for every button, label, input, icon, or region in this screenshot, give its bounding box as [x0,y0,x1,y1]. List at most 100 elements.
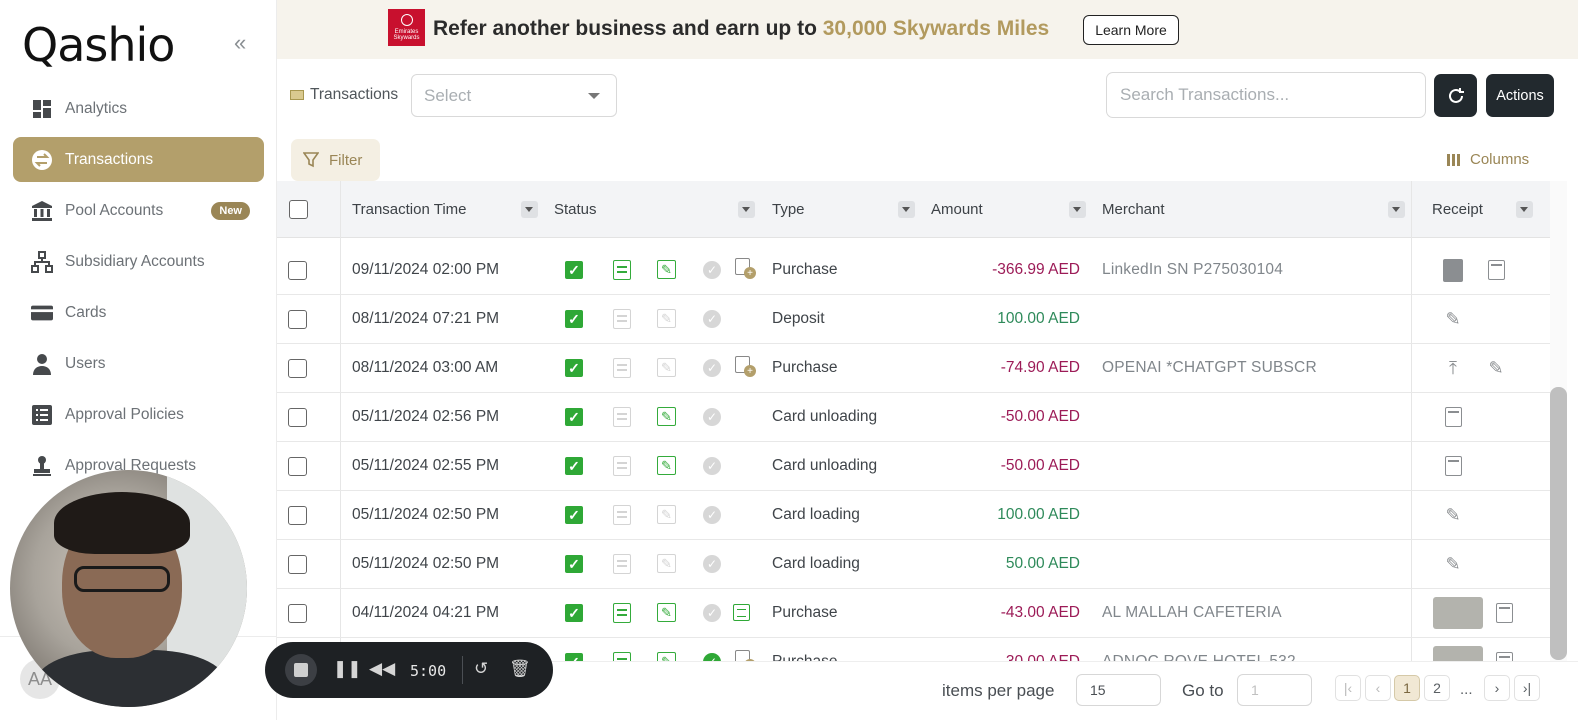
pencil-icon[interactable]: ✎ [1443,505,1463,525]
table-row[interactable]: 05/11/2024 02:50 PM ✓ ✎ ✓ Card loading 5… [277,540,1550,589]
header-amount[interactable]: Amount [931,201,983,218]
edit-note-icon[interactable]: ✎ [657,554,676,573]
itemized-receipt-icon[interactable] [733,604,750,621]
cell-type: Card unloading [772,457,878,474]
next-page-icon[interactable]: › [1484,675,1510,701]
table-row[interactable]: 05/11/2024 02:50 PM ✓ ✎ ✓ Card loading 1… [277,491,1550,540]
row-checkbox[interactable] [288,359,307,378]
table-row[interactable]: 05/11/2024 02:55 PM ✓ ✎ ✓ Card unloading… [277,442,1550,491]
header-type[interactable]: Type [772,201,805,218]
edit-note-icon[interactable]: ✎ [657,505,676,524]
header-receipt[interactable]: Receipt [1432,201,1483,218]
first-page-icon[interactable]: |‹ [1335,675,1361,701]
row-checkbox[interactable] [288,408,307,427]
sort-merchant-icon[interactable] [1388,201,1405,218]
document-icon[interactable] [613,652,631,661]
scrollbar-thumb[interactable] [1550,387,1567,660]
document-icon[interactable] [613,260,631,280]
receipt-icon[interactable] [1496,652,1513,661]
cell-time: 05/11/2024 02:50 PM [352,555,500,572]
transactions-select[interactable]: Select [411,74,617,117]
sidebar-item-subsidiary-accounts[interactable]: Subsidiary Accounts [13,239,264,284]
receipt-icon[interactable] [1445,456,1462,476]
document-icon[interactable] [613,309,631,329]
page-button-1[interactable]: 1 [1394,675,1420,701]
add-receipt-icon[interactable]: + [735,258,757,280]
table-row[interactable]: 08/11/2024 07:21 PM ✓ ✎ ✓ Deposit 100.00… [277,295,1550,344]
header-transaction-time[interactable]: Transaction Time [352,201,467,218]
receipt-icon[interactable] [1496,603,1513,623]
restart-icon[interactable]: ↺ [474,659,488,679]
document-icon[interactable] [613,456,631,476]
table-row[interactable]: 09/11/2024 02:00 PM ✓ ✎ ✓ + Purchase -36… [277,246,1550,295]
select-all-checkbox[interactable] [289,200,308,219]
goto-page-input[interactable]: 1 [1237,674,1312,706]
pencil-icon[interactable]: ✎ [1443,309,1463,329]
row-checkbox[interactable] [288,506,307,525]
table-scrollbar[interactable] [1550,181,1567,661]
receipt-icon[interactable] [1445,407,1462,427]
columns-button[interactable]: Columns [1447,151,1529,168]
learn-more-button[interactable]: Learn More [1083,15,1179,45]
header-status[interactable]: Status [554,201,597,218]
sort-time-icon[interactable] [521,201,538,218]
approval-check-icon: ✓ [703,359,721,377]
trash-icon[interactable]: 🗑 [509,659,531,679]
search-input[interactable]: Search Transactions... [1106,72,1426,118]
row-checkbox[interactable] [288,555,307,574]
pencil-icon[interactable]: ✎ [1443,554,1463,574]
edit-note-icon[interactable]: ✎ [657,309,676,328]
table-row[interactable]: 08/11/2024 03:00 AM ✓ ✎ ✓ + Purchase -74… [277,344,1550,393]
row-checkbox[interactable] [288,310,307,329]
edit-note-icon[interactable]: ✎ [657,358,676,377]
sidebar-item-users[interactable]: Users [13,341,264,386]
receipt-icon[interactable] [1488,260,1505,280]
checkmark-icon: ✓ [565,555,583,573]
table-row[interactable]: 04/11/2024 04:21 PM ✓ ✎ ✓ Purchase -43.0… [277,589,1550,638]
upload-icon[interactable]: ⤒ [1443,358,1463,378]
table-row[interactable]: 05/11/2024 02:56 PM ✓ ✎ ✓ Card unloading… [277,393,1550,442]
document-icon[interactable] [613,554,631,574]
refresh-button[interactable] [1434,74,1477,117]
receipt-thumbnail[interactable] [1433,646,1483,661]
prev-page-icon[interactable]: ‹ [1365,675,1391,701]
add-receipt-icon[interactable]: + [735,650,757,661]
edit-note-icon[interactable]: ✎ [657,603,676,622]
file-icon[interactable] [1443,259,1463,282]
add-receipt-icon[interactable]: + [735,356,757,378]
rewind-icon[interactable]: ◀◀ [369,659,395,679]
collapse-sidebar-icon[interactable]: « [234,30,246,56]
pause-icon[interactable]: ❚❚ [333,659,362,679]
document-icon[interactable] [613,505,631,525]
edit-note-icon[interactable]: ✎ [657,456,676,475]
document-icon[interactable] [613,358,631,378]
row-checkbox[interactable] [288,457,307,476]
sort-amount-icon[interactable] [1069,201,1086,218]
edit-note-icon[interactable]: ✎ [657,652,676,661]
sidebar-item-approval-policies[interactable]: Approval Policies [13,392,264,437]
sidebar-item-transactions[interactable]: Transactions [13,137,264,182]
filter-button[interactable]: Filter [291,139,380,181]
sidebar-item-cards[interactable]: Cards [13,290,264,335]
document-icon[interactable] [613,407,631,427]
sort-type-icon[interactable] [898,201,915,218]
row-checkbox[interactable] [288,604,307,623]
sort-status-icon[interactable] [738,201,755,218]
row-checkbox[interactable] [288,261,307,280]
edit-note-icon[interactable]: ✎ [657,407,676,426]
pencil-icon[interactable]: ✎ [1486,358,1506,378]
items-per-page-input[interactable]: 15 [1076,674,1161,706]
receipt-thumbnail[interactable] [1433,597,1483,629]
page-button-2[interactable]: 2 [1424,675,1450,701]
document-icon[interactable] [613,603,631,623]
header-merchant[interactable]: Merchant [1102,201,1165,218]
actions-button[interactable]: Actions [1486,74,1554,117]
sort-receipt-icon[interactable] [1516,201,1533,218]
sidebar-item-analytics[interactable]: Analytics [13,86,264,131]
stop-recording-button[interactable] [285,654,317,686]
last-page-icon[interactable]: ›| [1514,675,1540,701]
app-logo[interactable]: Qashio [22,18,175,72]
sidebar-item-pool-accounts[interactable]: Pool Accounts New [13,188,264,233]
cell-amount: 100.00 AED [997,310,1080,327]
edit-note-icon[interactable]: ✎ [657,260,676,279]
